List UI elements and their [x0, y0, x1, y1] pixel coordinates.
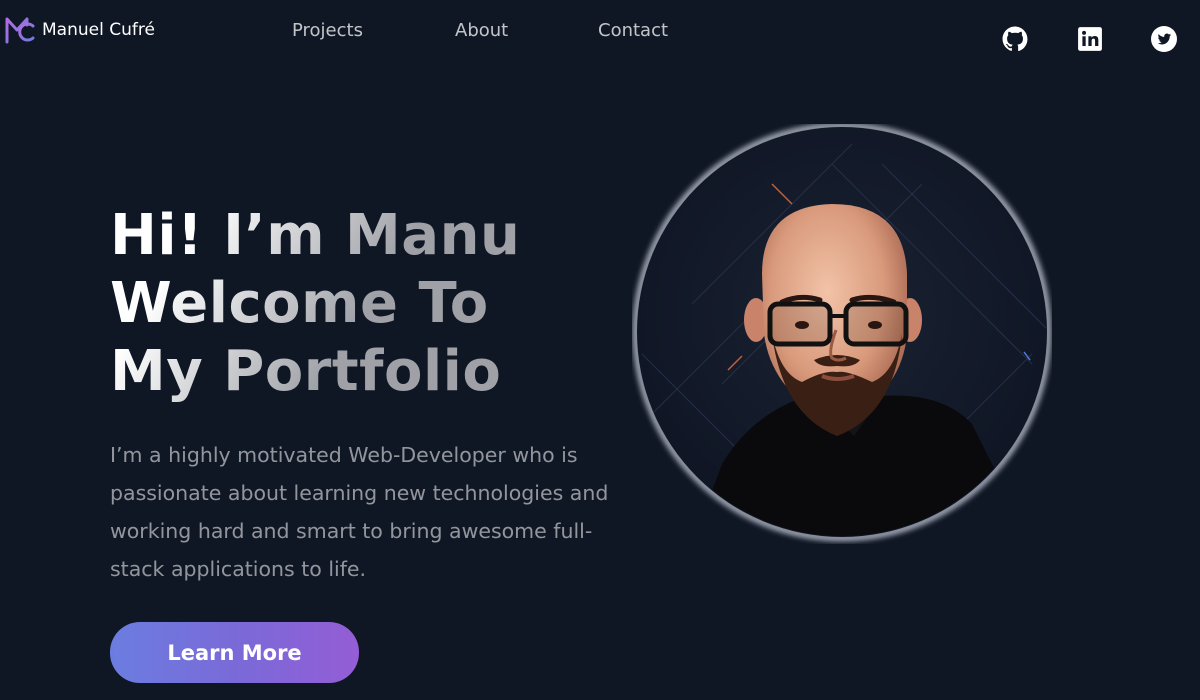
linkedin-icon [1078, 27, 1102, 51]
nav-contact-link[interactable]: Contact [598, 20, 668, 41]
profile-photo [632, 124, 1052, 544]
portfolio-page: Manuel Cufré Projects About Contact Hi! … [0, 0, 1200, 700]
twitter-link[interactable] [1151, 26, 1177, 52]
learn-more-button[interactable]: Learn More [110, 622, 359, 683]
hero-description: I’m a highly motivated Web-Developer who… [110, 443, 609, 581]
linkedin-link[interactable] [1077, 26, 1103, 52]
hero-title-line: Hi! I’m Manu [110, 203, 521, 268]
brand-logo-link[interactable]: Manuel Cufré [4, 14, 155, 46]
hero-title-line: My Portfolio [110, 339, 502, 404]
github-link[interactable] [1002, 26, 1028, 52]
nav-projects-link[interactable]: Projects [292, 20, 363, 41]
hero-title: Hi! I’m Manu Welcome To My Portfolio [110, 202, 520, 406]
github-icon [1002, 26, 1028, 51]
hero-title-line: Welcome To [110, 271, 489, 336]
profile-portrait-image [633, 124, 1051, 541]
twitter-icon [1151, 26, 1177, 52]
nav-about-link[interactable]: About [455, 20, 508, 41]
logo-icon [5, 17, 35, 44]
brand-name: Manuel Cufré [42, 20, 155, 40]
